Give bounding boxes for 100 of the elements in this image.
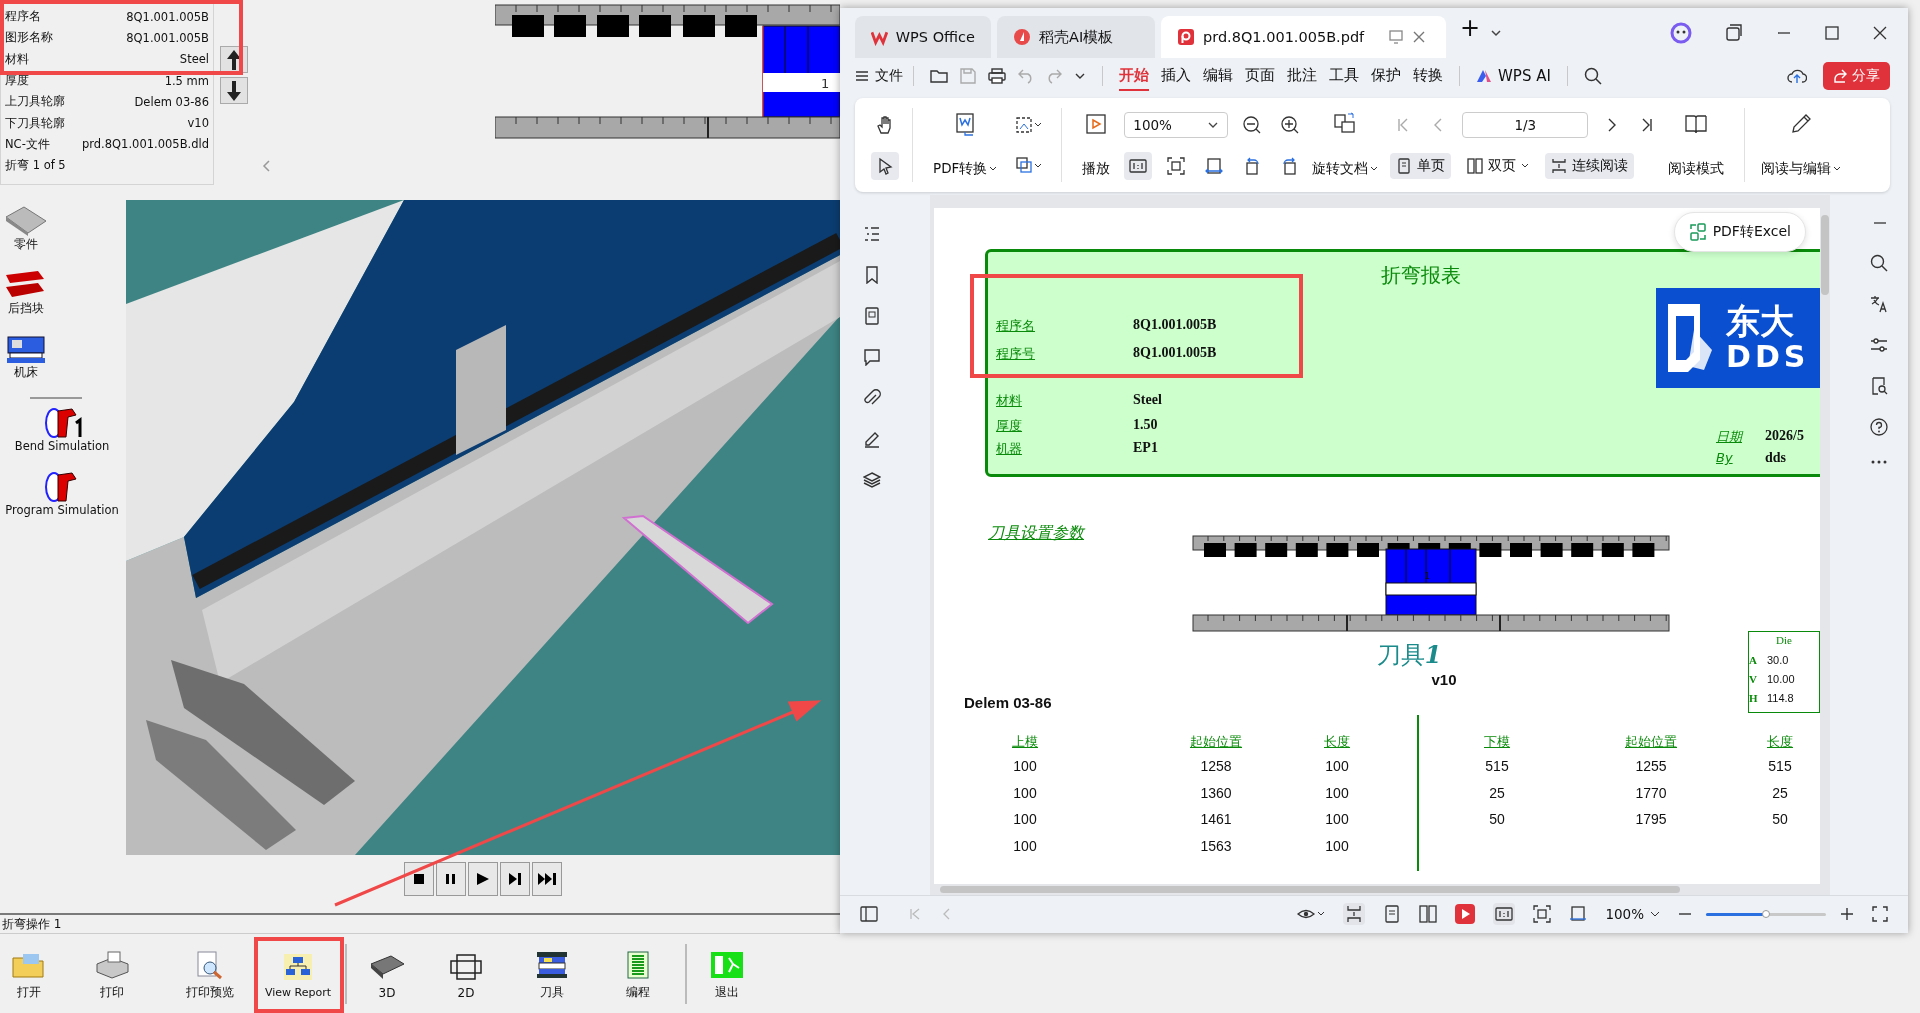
- restore-windows-icon[interactable]: [1724, 23, 1744, 43]
- reading-mode-button[interactable]: 阅读模式: [1660, 98, 1733, 192]
- menu-tab[interactable]: 保护: [1371, 61, 1401, 91]
- pointer-icon[interactable]: [871, 151, 899, 180]
- menu-tab[interactable]: 开始: [1119, 61, 1149, 91]
- view-mode-button[interactable]: 连续阅读: [1545, 152, 1635, 179]
- menu-tab[interactable]: 转换: [1413, 61, 1443, 91]
- toolbar-button[interactable]: 打印: [58, 944, 165, 1003]
- new-tab-button[interactable]: +: [1460, 16, 1481, 40]
- toolbar-button[interactable]: 刀具: [509, 944, 595, 1003]
- close-icon[interactable]: [1872, 25, 1888, 41]
- fullscreen-icon[interactable]: [1872, 906, 1888, 922]
- skip-end-button[interactable]: [532, 862, 562, 896]
- sidebar-item[interactable]: 后挡块: [0, 267, 50, 331]
- actual-size-icon[interactable]: [1493, 903, 1516, 925]
- document-tab[interactable]: 稻壳AI模板: [997, 16, 1155, 58]
- fit-width-icon[interactable]: [1569, 905, 1588, 923]
- share-button[interactable]: 分享: [1823, 62, 1890, 90]
- outline-list-icon[interactable]: [863, 225, 881, 243]
- sidebar-toggle-icon[interactable]: [860, 906, 878, 922]
- page-number-field[interactable]: 1/3: [1462, 111, 1589, 138]
- field-label: By: [1716, 450, 1734, 467]
- toolbar-button[interactable]: 编程: [595, 944, 681, 1003]
- printer-icon[interactable]: [988, 68, 1006, 84]
- zoom-slider[interactable]: [1706, 912, 1826, 916]
- stop-button[interactable]: [404, 862, 434, 896]
- bookmark-icon[interactable]: [863, 266, 881, 284]
- down-arrow-button[interactable]: [220, 77, 248, 104]
- toolbar-button[interactable]: View Report: [255, 946, 341, 1001]
- table-cell-text: 100: [1012, 784, 1038, 801]
- sidebar-item[interactable]: 机床: [0, 331, 50, 395]
- toolbar-button[interactable]: 退出: [691, 944, 763, 1003]
- table-cell-text: 1360: [1199, 784, 1233, 801]
- document-search-icon[interactable]: [1870, 377, 1888, 395]
- tool-title: 刀具1: [1376, 639, 1443, 671]
- menu-tab[interactable]: 编辑: [1203, 61, 1233, 91]
- more-icon[interactable]: [1870, 459, 1888, 465]
- field-label: 程序名: [5, 9, 41, 25]
- slideshow-icon: [1084, 112, 1109, 136]
- toolbar-button[interactable]: 3D: [351, 945, 423, 1002]
- play-button[interactable]: [468, 862, 498, 896]
- menu-tab[interactable]: 批注: [1287, 61, 1317, 91]
- pdf-to-excel-button[interactable]: PDF转Excel: [1673, 212, 1806, 252]
- attachment-icon[interactable]: [863, 389, 881, 407]
- column-header: 长度: [1323, 733, 1351, 751]
- caret-down-icon[interactable]: [1074, 72, 1086, 80]
- toolbar-button[interactable]: 2D: [423, 945, 509, 1002]
- search-icon[interactable]: [1870, 254, 1888, 272]
- column-header: 上模: [1011, 733, 1039, 751]
- thumbnail-icon[interactable]: [863, 307, 881, 325]
- play-slideshow-icon[interactable]: [1455, 904, 1476, 924]
- zoom-dropdown[interactable]: 100%: [1124, 111, 1229, 138]
- table-cell-text: 1795: [1634, 811, 1668, 828]
- ai-menu[interactable]: WPS AI: [1476, 67, 1551, 85]
- read-edit-button[interactable]: 阅读与编辑: [1757, 98, 1850, 192]
- folder-icon[interactable]: [930, 68, 948, 84]
- view-mode-button[interactable]: 单页: [1390, 152, 1452, 179]
- translate-icon[interactable]: [1870, 295, 1888, 313]
- file-menu[interactable]: 文件: [855, 67, 903, 85]
- toolbar-button[interactable]: 打开: [0, 944, 58, 1003]
- actual-size-icon[interactable]: [1124, 151, 1153, 180]
- eye-icon[interactable]: [1297, 907, 1326, 921]
- field-value: 8Q1.001.005B: [1133, 345, 1218, 362]
- step-forward-button[interactable]: [500, 862, 530, 896]
- play-button[interactable]: 播放: [1074, 98, 1119, 192]
- zoom-in-icon[interactable]: [1840, 907, 1854, 921]
- rotate-document-button[interactable]: 旋转文档: [1304, 98, 1387, 192]
- comment-icon[interactable]: [863, 348, 881, 366]
- caret-down-icon[interactable]: [1490, 29, 1503, 37]
- sidebar-item[interactable]: Bend Simulation: [0, 405, 122, 469]
- continuous-read-icon[interactable]: [1343, 903, 1366, 925]
- menu-tab[interactable]: 页面: [1245, 61, 1275, 91]
- menu-tab[interactable]: 工具: [1329, 61, 1359, 91]
- excel-convert-icon: [1688, 223, 1707, 241]
- caret-down-icon: [1650, 911, 1660, 917]
- sidebar-item[interactable]: 零件: [0, 203, 50, 267]
- view-mode-button[interactable]: 双页: [1461, 152, 1536, 179]
- document-tab[interactable]: WPS Office: [855, 16, 991, 58]
- table-cell-text: 1770: [1634, 784, 1668, 801]
- double-page-icon[interactable]: [1419, 905, 1438, 923]
- sidebar-item[interactable]: Program Simulation: [0, 469, 122, 533]
- printer-icon: [93, 950, 130, 980]
- caret-down-icon: [1207, 120, 1220, 129]
- assistant-face-icon[interactable]: [1670, 22, 1692, 44]
- signature-pen-icon[interactable]: [863, 430, 881, 448]
- help-icon[interactable]: [1870, 418, 1888, 436]
- sliders-icon[interactable]: [1870, 336, 1888, 354]
- toolbar-button[interactable]: 打印预览: [165, 944, 255, 1003]
- zoom-dropdown[interactable]: 100%: [1605, 906, 1660, 922]
- pause-button[interactable]: [436, 862, 466, 896]
- menu-tab[interactable]: 插入: [1161, 61, 1191, 91]
- search-icon[interactable]: [1583, 67, 1602, 85]
- maximize-icon[interactable]: [1824, 25, 1840, 41]
- single-page-icon[interactable]: [1383, 905, 1402, 923]
- fit-page-icon[interactable]: [1533, 905, 1552, 923]
- field-value: 1.5 mm: [164, 73, 209, 88]
- cloud-upload-icon[interactable]: [1787, 67, 1807, 85]
- layers-icon[interactable]: [863, 471, 881, 489]
- pdf-convert-button[interactable]: PDF转换: [925, 98, 1006, 192]
- table-cell-text: 515: [1767, 758, 1793, 775]
